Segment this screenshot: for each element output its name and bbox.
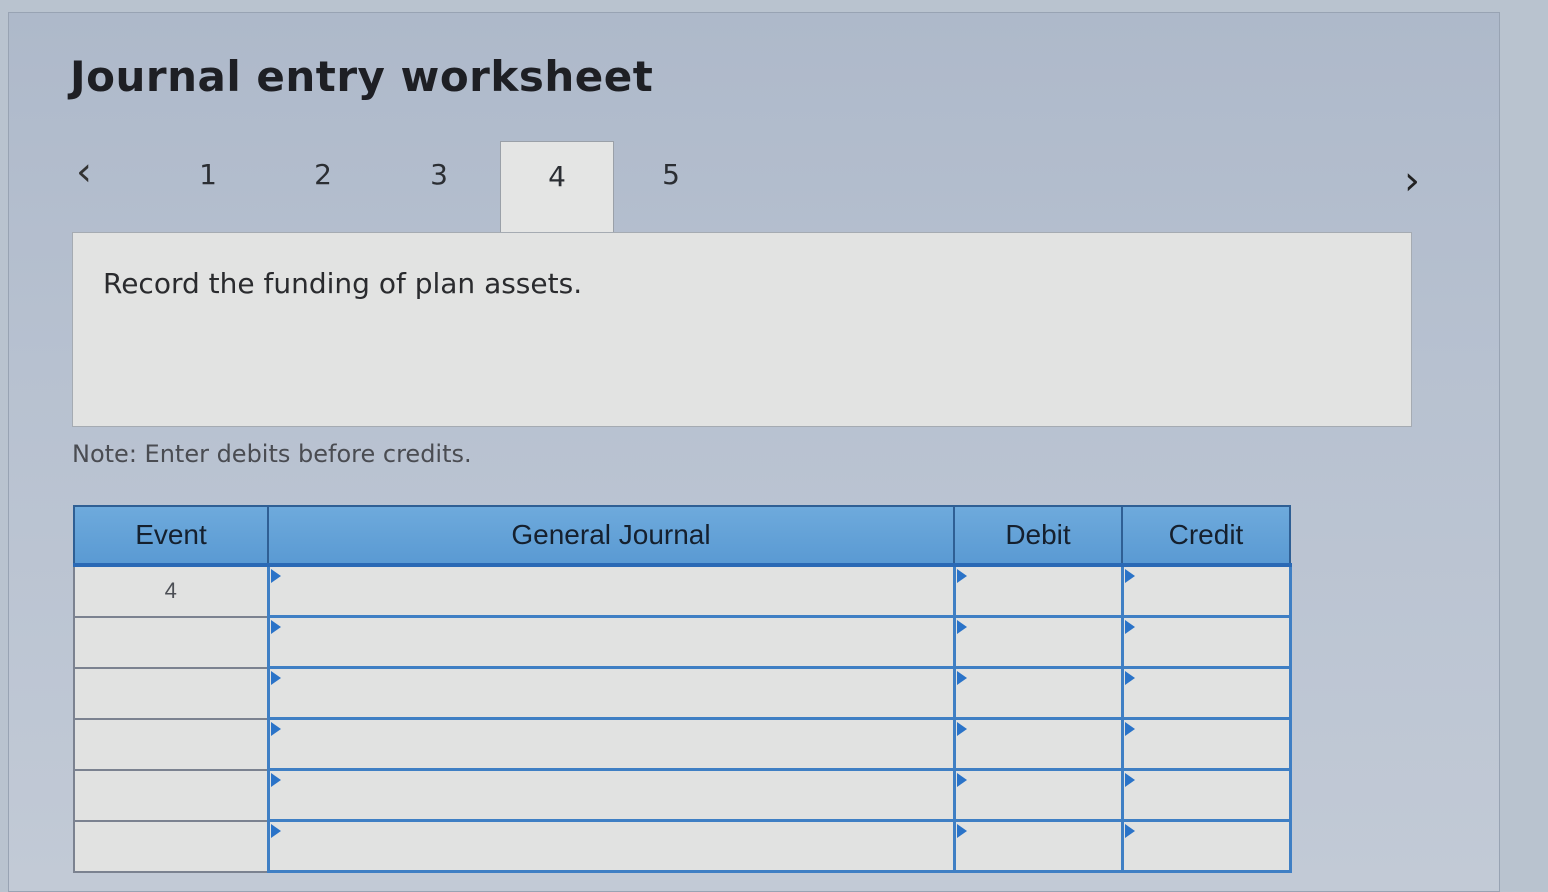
- table-row: [73, 615, 1292, 669]
- col-header-general-journal: General Journal: [267, 505, 955, 567]
- debit-input[interactable]: [952, 666, 1124, 720]
- prompt-box: Record the funding of plan assets.: [72, 232, 1412, 427]
- event-cell: [73, 717, 269, 771]
- chevron-right-icon[interactable]: ›: [1404, 158, 1434, 204]
- tab-4[interactable]: 4: [500, 141, 614, 237]
- debit-input[interactable]: [952, 615, 1124, 669]
- credit-input[interactable]: [1120, 819, 1292, 873]
- account-input[interactable]: [266, 666, 956, 720]
- event-cell: [73, 666, 269, 720]
- credit-input[interactable]: [1120, 563, 1292, 618]
- credit-input[interactable]: [1120, 768, 1292, 822]
- col-header-event: Event: [73, 505, 269, 567]
- event-cell: [73, 615, 269, 669]
- tab-1[interactable]: 1: [188, 158, 228, 191]
- tab-5[interactable]: 5: [651, 158, 691, 191]
- table-row: [73, 819, 1292, 873]
- event-cell: [73, 819, 269, 873]
- col-header-credit: Credit: [1121, 505, 1291, 567]
- credit-input[interactable]: [1120, 666, 1292, 720]
- chevron-left-icon[interactable]: ‹: [76, 150, 106, 194]
- account-input[interactable]: [266, 615, 956, 669]
- debit-input[interactable]: [952, 819, 1124, 873]
- table-row: [73, 768, 1292, 822]
- col-header-debit: Debit: [953, 505, 1123, 567]
- tab-3[interactable]: 3: [419, 158, 459, 191]
- table-row: [73, 717, 1292, 771]
- prompt-text: Record the funding of plan assets.: [103, 267, 583, 300]
- account-input[interactable]: [266, 563, 956, 618]
- account-input[interactable]: [266, 717, 956, 771]
- table-header-row: Event General Journal Debit Credit: [73, 505, 1291, 567]
- debit-input[interactable]: [952, 768, 1124, 822]
- page-title: Journal entry worksheet: [70, 52, 654, 101]
- account-input[interactable]: [266, 819, 956, 873]
- credit-input[interactable]: [1120, 615, 1292, 669]
- table-row: [73, 666, 1292, 720]
- event-cell: 4: [73, 564, 269, 618]
- table-row: 4: [73, 563, 1292, 618]
- credit-input[interactable]: [1120, 717, 1292, 771]
- account-input[interactable]: [266, 768, 956, 822]
- debit-input[interactable]: [952, 717, 1124, 771]
- event-cell: [73, 768, 269, 822]
- journal-table: Event General Journal Debit Credit 4: [73, 505, 1292, 873]
- debit-input[interactable]: [952, 563, 1124, 618]
- note-text: Note: Enter debits before credits.: [72, 440, 472, 468]
- tab-2[interactable]: 2: [303, 158, 343, 191]
